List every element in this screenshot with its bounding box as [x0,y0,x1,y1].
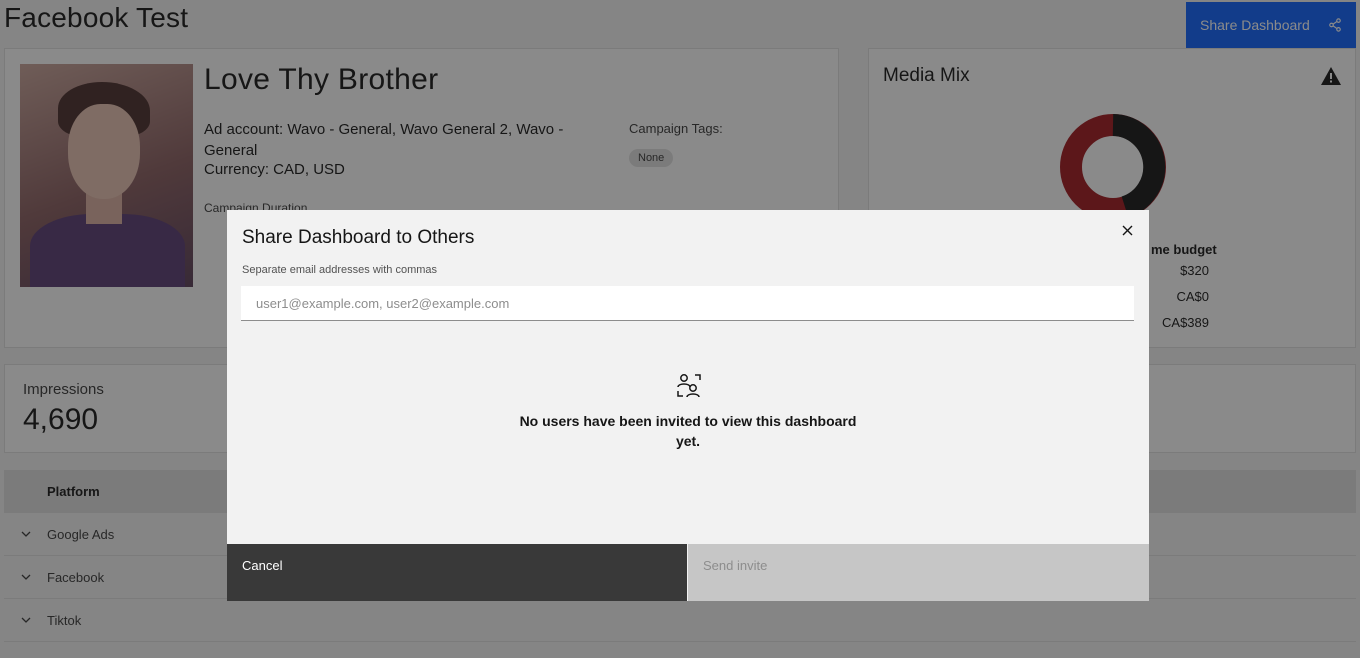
email-field-label: Separate email addresses with commas [242,264,438,276]
send-invite-button[interactable]: Send invite [688,544,1149,601]
close-icon [1122,225,1132,235]
cancel-button[interactable]: Cancel [227,544,687,601]
users-invite-icon [677,374,701,398]
email-input[interactable] [241,286,1134,321]
share-dashboard-modal: Share Dashboard to Others Separate email… [227,210,1149,601]
close-button[interactable] [1117,220,1137,240]
empty-state-message: No users have been invited to view this … [519,413,857,449]
modal-title: Share Dashboard to Others [242,227,475,248]
